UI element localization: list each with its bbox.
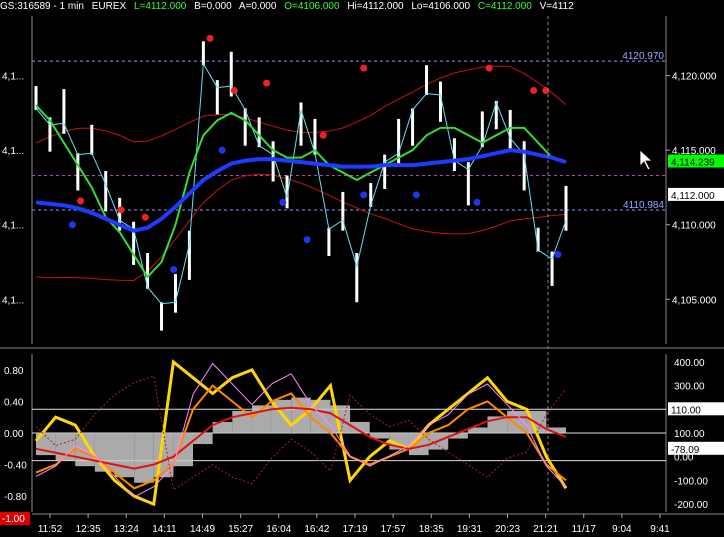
pivot-high-dot	[485, 64, 493, 72]
osc-right-tick-label: 300.00	[674, 382, 705, 393]
osc-tag-label: 110.00	[671, 405, 701, 416]
osc-left-tick-label: -0.80	[4, 492, 27, 503]
osc-left-tick-label: 0.00	[4, 429, 24, 440]
time-tick-label: 14:11	[152, 524, 177, 535]
osc-left-tick-label: 0.40	[4, 397, 24, 408]
time-tick-label: 21:21	[533, 524, 558, 535]
osc-tag-label: -78.09	[671, 445, 700, 456]
reference-line-label: 4120.970	[622, 51, 664, 62]
price-right-tick-label: 4,110.000	[672, 221, 716, 232]
pivot-low-dot	[68, 221, 76, 229]
time-tick-label: 12:35	[76, 524, 101, 535]
time-tick-label: 18:35	[419, 524, 444, 535]
time-tick-label: 11/17	[572, 524, 597, 535]
time-tick-label: 9:41	[650, 524, 670, 535]
pivot-high-dot	[141, 213, 149, 221]
time-tick-label: 16:42	[304, 524, 329, 535]
time-tick-label: 16:04	[266, 524, 291, 535]
time-tick-label: 15:27	[228, 524, 253, 535]
pivot-high-dot	[230, 87, 238, 95]
osc-left-tick-label: 0.80	[4, 366, 24, 377]
osc-right-tick-label: -200.00	[674, 500, 708, 511]
price-left-tick-label: 4,1...	[2, 72, 24, 83]
pivot-low-dot	[412, 191, 420, 199]
osc-histogram-bar	[134, 433, 154, 483]
pivot-low-dot	[303, 236, 311, 244]
pivot-low-dot	[170, 265, 178, 273]
pivot-low-dot	[554, 251, 562, 259]
osc-histogram-bar	[114, 433, 135, 478]
pivot-low-dot	[279, 198, 287, 206]
price-right-tick-label: 4,105.000	[672, 295, 717, 306]
osc-right-tick-label: 100.00	[674, 429, 705, 440]
osc-min-marker: -1.00	[2, 514, 25, 525]
osc-right-tick-label: 400.00	[674, 358, 705, 369]
price-left-tick-label: 4,1...	[2, 295, 24, 306]
pivot-high-dot	[319, 131, 327, 139]
pivot-high-dot	[206, 34, 214, 42]
osc-right-tick-label: -100.00	[674, 476, 708, 487]
pivot-high-dot	[117, 206, 125, 214]
pivot-low-dot	[218, 146, 226, 154]
pivot-high-dot	[263, 79, 271, 87]
pivot-low-dot	[360, 191, 368, 199]
pivot-high-dot	[360, 64, 368, 72]
time-tick-label: 14:49	[190, 524, 215, 535]
chart-canvas[interactable]: 4,120.0004,115.0004,110.0004,105.0004,1.…	[0, 0, 724, 537]
time-tick-label: 19:31	[457, 524, 482, 535]
price-tag-label: 4,114.239	[671, 158, 715, 169]
time-tick-label: 11:52	[38, 524, 63, 535]
price-right-tick-label: 4,120.000	[672, 72, 717, 83]
pivot-high-dot	[530, 87, 538, 95]
slow-moving-average	[35, 148, 567, 233]
osc-left-tick-label: -0.40	[4, 461, 27, 472]
mouse-cursor-icon	[639, 149, 654, 171]
price-left-tick-label: 4,1...	[2, 146, 24, 157]
price-tag-label: 4,112.000	[671, 191, 715, 202]
time-tick-label: 17:19	[342, 524, 367, 535]
time-tick-label: 9:04	[612, 524, 632, 535]
time-tick-label: 13:24	[114, 524, 139, 535]
time-tick-label: 20:23	[495, 524, 520, 535]
reference-line-label: 4110.984	[623, 200, 664, 211]
pivot-high-dot	[77, 197, 85, 205]
time-tick-label: 17:57	[381, 524, 406, 535]
pivot-low-dot	[473, 198, 481, 206]
price-left-tick-label: 4,1...	[2, 221, 24, 232]
